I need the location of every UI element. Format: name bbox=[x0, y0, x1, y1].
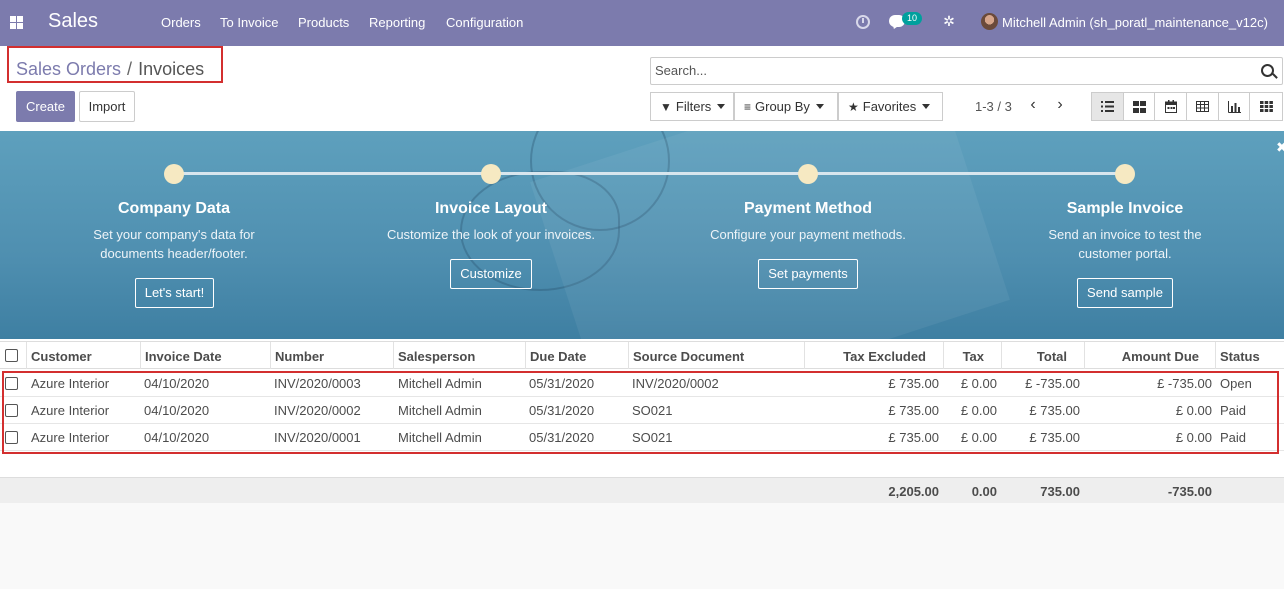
total-total: 735.00 bbox=[1040, 484, 1080, 499]
column-divider bbox=[1084, 342, 1085, 369]
apps-menu-icon[interactable] bbox=[10, 16, 23, 29]
step-desc-line: Customize the look of your invoices. bbox=[386, 227, 596, 242]
step-title-payment-method: Payment Method bbox=[743, 200, 872, 217]
step-desc-payment-method: Configure your payment methods. bbox=[658, 225, 958, 244]
chevron-down-icon bbox=[815, 103, 824, 109]
grid-view-icon[interactable] bbox=[1250, 93, 1283, 120]
table-totals-row: 2,205.00 0.00 735.00 -735.00 bbox=[0, 477, 1284, 503]
column-number[interactable]: Number bbox=[275, 349, 324, 364]
step-dot bbox=[481, 164, 501, 184]
avatar[interactable] bbox=[981, 13, 998, 30]
column-customer[interactable]: Customer bbox=[31, 349, 92, 364]
column-salesperson[interactable]: Salesperson bbox=[398, 349, 475, 364]
select-all-checkbox[interactable] bbox=[5, 349, 18, 362]
pivot-view-icon[interactable] bbox=[1187, 93, 1219, 120]
rows-highlight-box bbox=[2, 371, 1279, 454]
list-view-icon[interactable] bbox=[1092, 93, 1124, 120]
column-invoice-date[interactable]: Invoice Date bbox=[145, 349, 222, 364]
menu-configuration[interactable]: Configuration bbox=[446, 15, 523, 30]
pager-next-icon[interactable]: › bbox=[1053, 96, 1067, 114]
top-navbar: Sales Orders To Invoice Products Reporti… bbox=[0, 0, 1284, 46]
customize-button[interactable]: Customize bbox=[450, 259, 532, 289]
column-divider bbox=[393, 342, 394, 369]
column-divider bbox=[628, 342, 629, 369]
step-dot bbox=[798, 164, 818, 184]
graph-view-icon[interactable] bbox=[1218, 93, 1251, 120]
group-by-dropdown[interactable]: ≡ Group By bbox=[734, 92, 838, 121]
view-switcher bbox=[1091, 92, 1283, 121]
search-icon[interactable] bbox=[1261, 64, 1274, 77]
step-dot bbox=[164, 164, 184, 184]
menu-reporting[interactable]: Reporting bbox=[369, 15, 425, 30]
breadcrumb-current: Invoices bbox=[138, 59, 205, 79]
column-divider bbox=[1215, 342, 1216, 369]
empty-list-area bbox=[0, 503, 1284, 589]
debug-bug-icon[interactable]: ✲ bbox=[942, 13, 956, 29]
search-box[interactable] bbox=[650, 57, 1283, 85]
user-menu[interactable]: Mitchell Admin (sh_poratl_maintenance_v1… bbox=[1002, 15, 1268, 30]
step-desc-sample-invoice: Send an invoice to test the customer port… bbox=[975, 225, 1275, 263]
menu-orders[interactable]: Orders bbox=[161, 15, 201, 30]
send-sample-button[interactable]: Send sample bbox=[1077, 278, 1173, 308]
step-desc-line: Configure your payment methods. bbox=[710, 227, 906, 242]
app-title[interactable]: Sales bbox=[48, 10, 98, 33]
group-by-icon: ≡ bbox=[744, 100, 752, 114]
menu-products[interactable]: Products bbox=[298, 15, 349, 30]
breadcrumb: Sales Orders / Invoices bbox=[16, 59, 204, 80]
column-divider bbox=[943, 342, 944, 369]
star-icon: ★ bbox=[848, 100, 859, 114]
filter-icon: ▼ bbox=[660, 100, 672, 114]
column-source-document[interactable]: Source Document bbox=[633, 349, 744, 364]
chat-count-badge: 10 bbox=[902, 12, 923, 25]
search-input[interactable] bbox=[655, 63, 1245, 78]
step-title-sample-invoice: Sample Invoice bbox=[1066, 200, 1184, 217]
chevron-down-icon bbox=[717, 103, 726, 109]
column-divider bbox=[1001, 342, 1002, 369]
create-button[interactable]: Create bbox=[16, 91, 75, 122]
chevron-down-icon bbox=[922, 103, 931, 109]
step-desc-company-data: Set your company's data for documents hea… bbox=[24, 225, 324, 263]
import-button[interactable]: Import bbox=[79, 91, 135, 122]
kanban-view-icon[interactable] bbox=[1123, 93, 1156, 120]
column-tax-excluded[interactable]: Tax Excluded bbox=[810, 349, 926, 364]
step-desc-invoice-layout: Customize the look of your invoices. bbox=[341, 225, 641, 244]
column-status[interactable]: Status bbox=[1220, 349, 1260, 364]
step-dot bbox=[1115, 164, 1135, 184]
column-due-date[interactable]: Due Date bbox=[530, 349, 586, 364]
total-tax-excluded: 2,205.00 bbox=[888, 484, 939, 499]
filters-dropdown[interactable]: ▼ Filters bbox=[650, 92, 734, 121]
column-divider bbox=[140, 342, 141, 369]
column-divider bbox=[804, 342, 805, 369]
column-divider bbox=[26, 342, 27, 369]
column-tax[interactable]: Tax bbox=[946, 349, 984, 364]
step-desc-line: customer portal. bbox=[1078, 246, 1172, 261]
group-by-label: Group By bbox=[755, 99, 810, 114]
breadcrumb-separator: / bbox=[127, 59, 133, 79]
breadcrumb-sales-orders[interactable]: Sales Orders bbox=[16, 59, 121, 79]
calendar-view-icon[interactable] bbox=[1155, 93, 1188, 120]
step-desc-line: Set your company's data for bbox=[93, 227, 255, 242]
table-header: Customer Invoice Date Number Salesperson… bbox=[0, 341, 1284, 369]
step-title-company-data: Company Data bbox=[117, 200, 231, 217]
pager-value[interactable]: 1-3 / 3 bbox=[975, 99, 1012, 114]
favorites-dropdown[interactable]: ★ Favorites bbox=[838, 92, 943, 121]
lets-start-button[interactable]: Let's start! bbox=[135, 278, 214, 308]
step-desc-line: documents header/footer. bbox=[100, 246, 248, 261]
close-icon[interactable]: ✖ bbox=[1276, 139, 1284, 156]
filters-label: Filters bbox=[675, 99, 712, 114]
step-title-invoice-layout: Invoice Layout bbox=[434, 200, 548, 217]
favorites-label: Favorites bbox=[862, 99, 917, 114]
column-divider bbox=[270, 342, 271, 369]
column-amount-due[interactable]: Amount Due bbox=[1088, 349, 1199, 364]
step-desc-line: Send an invoice to test the bbox=[1048, 227, 1202, 242]
pager-previous-icon[interactable]: ‹ bbox=[1026, 96, 1040, 114]
set-payments-button[interactable]: Set payments bbox=[758, 259, 858, 289]
activity-clock-icon[interactable] bbox=[856, 15, 870, 29]
total-tax: 0.00 bbox=[971, 484, 997, 499]
onboarding-progress-line bbox=[174, 172, 1124, 175]
menu-to-invoice[interactable]: To Invoice bbox=[220, 15, 279, 30]
total-amount-due: -735.00 bbox=[1167, 484, 1212, 499]
column-divider bbox=[525, 342, 526, 369]
column-total[interactable]: Total bbox=[1004, 349, 1067, 364]
